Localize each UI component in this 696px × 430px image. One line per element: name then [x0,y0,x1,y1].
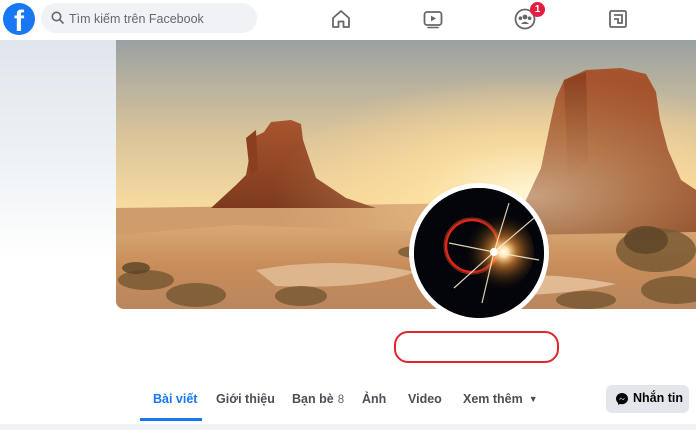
profile-name-redaction-outline [394,331,559,363]
tab-more[interactable]: Xem thêm ▼ [463,380,538,420]
gaming-icon[interactable] [607,8,629,30]
search-input[interactable] [67,8,251,30]
facebook-logo[interactable]: f [3,3,35,35]
top-navigation-bar: f 1 [0,0,696,40]
page-background-strip [0,424,696,430]
tab-videos[interactable]: Video [408,380,442,420]
tab-label: Bài viết [153,392,198,406]
avatar-image [414,188,544,318]
tab-label: Giới thiệu [216,392,275,406]
cover-photo-image [116,40,696,309]
tab-posts[interactable]: Bài viết [153,380,197,420]
tab-label: Video [408,392,442,406]
message-button[interactable]: Nhắn tin [606,385,689,413]
tab-friends[interactable]: Bạn bè 8 [292,380,344,420]
tab-about[interactable]: Giới thiệu [216,380,275,420]
cover-photo[interactable] [116,40,696,309]
home-icon[interactable] [330,8,352,30]
friends-count: 8 [337,394,345,406]
search-icon [51,11,64,24]
left-gradient-panel [0,40,116,260]
search-box[interactable] [41,3,257,33]
tab-photos[interactable]: Ảnh [362,380,386,420]
notification-badge: 1 [530,2,545,17]
message-button-label: Nhắn tin [633,391,683,405]
tab-label: Bạn bè [292,392,334,406]
watch-icon[interactable] [422,8,444,30]
active-tab-indicator [140,418,202,421]
tab-label: Ảnh [362,392,387,406]
profile-avatar[interactable] [409,183,549,323]
messenger-icon [616,393,628,405]
caret-down-icon: ▼ [528,394,538,404]
tab-label: Xem thêm [463,392,523,406]
